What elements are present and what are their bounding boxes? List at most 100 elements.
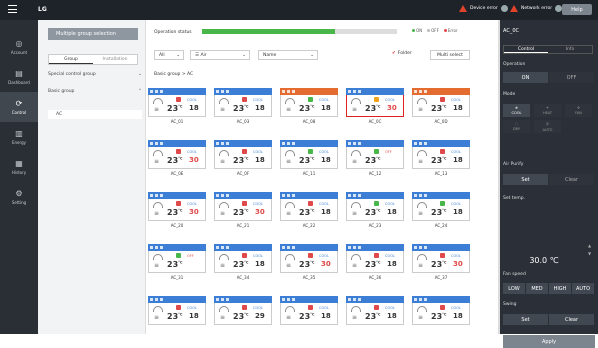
current-temp: 23°C	[365, 156, 381, 165]
temp-stepper[interactable]: ▲ ▼	[588, 242, 591, 258]
nav-item-dashboard[interactable]: ▤ Dashboard	[0, 62, 38, 92]
current-temp: 23°C	[167, 156, 183, 165]
set-temp: 18	[321, 312, 331, 320]
card-header	[148, 140, 206, 147]
mode-dry-button[interactable]: ◌ DRY	[503, 120, 530, 133]
chevron-down-icon[interactable]: ▼	[588, 250, 591, 258]
fan-high-button[interactable]: HIGH	[549, 283, 571, 294]
tab-group[interactable]: Group	[49, 55, 93, 64]
device-card[interactable]: ≡ 23°C COOL 18 AC_01	[148, 88, 206, 126]
card-header	[412, 192, 470, 199]
nav-item-history[interactable]: ▦ History	[0, 152, 38, 182]
chevron-up-icon[interactable]: ▲	[588, 242, 591, 250]
tab-control[interactable]: Control	[504, 46, 548, 53]
device-card[interactable]: ≡ 23°C COOL 18 AC_22	[280, 192, 338, 230]
all-select[interactable]: All ⌄	[154, 50, 184, 60]
device-card[interactable]: ≡ 23°C COOL 18 AC_23	[346, 192, 404, 230]
card-name: AC_23	[368, 223, 382, 228]
operation-status: Operation status ON OFF Error	[154, 27, 499, 37]
device-card[interactable]: ≡ 23°C COOL 18 AC_11	[280, 140, 338, 178]
device-card[interactable]: ≡ 23°C COOL 30 AC_37	[412, 244, 470, 282]
help-button[interactable]: Help	[562, 4, 592, 15]
fan-icon	[351, 150, 361, 156]
airflow-icon: ≡	[352, 106, 358, 113]
nav-item-setting[interactable]: ⚙ Setting	[0, 182, 38, 212]
airflow-icon: ≡	[220, 210, 226, 217]
purify-set-button[interactable]: Set	[503, 174, 548, 185]
mode-badge: COOL	[187, 202, 197, 206]
airflow-icon: ≡	[286, 262, 292, 269]
power-icon	[440, 201, 445, 206]
device-card[interactable]: ≡ 23°C COOL 18 AC_36	[346, 244, 404, 282]
device-card[interactable]: ≡ 23°C COOL 18 AC_0D	[412, 88, 470, 126]
device-card[interactable]: ≡ 23°C COOL 29	[214, 296, 272, 334]
tree-item-basic[interactable]: Basic group ⌃	[48, 87, 142, 96]
device-card[interactable]: ≡ 23°C COOL 18	[346, 296, 404, 334]
device-card[interactable]: ≡ 23°C COOL 18 AC_08	[280, 88, 338, 126]
heat-icon: ☀	[545, 106, 550, 110]
set-temp: 30	[255, 208, 265, 216]
nav-item-energy[interactable]: ▥ Energy	[0, 122, 38, 152]
fan-med-button[interactable]: MED	[526, 283, 548, 294]
apply-button[interactable]: Apply	[503, 335, 595, 348]
mode-badge: COOL	[451, 98, 461, 102]
power-icon	[308, 253, 313, 258]
device-card[interactable]: ≡ 23°C COOL 30 AC_21	[214, 192, 272, 230]
mode-auto-button[interactable]: Ⓐ AUTO	[534, 120, 561, 133]
network-error-alarm[interactable]: Network error	[510, 5, 563, 12]
device-card[interactable]: ≡ 23°C COOL 18 AC_0F	[214, 140, 272, 178]
device-card[interactable]: ≡ 23°C COOL 18 AC_34	[214, 244, 272, 282]
device-card[interactable]: ≡ 23°C OFF AC_12	[346, 140, 404, 178]
card-body: ≡ 23°C COOL 18	[214, 147, 272, 169]
name-select[interactable]: Name ⌄	[258, 50, 318, 60]
nav-item-control[interactable]: ⟳ Control	[0, 92, 38, 122]
nav-item-account[interactable]: ◎ Account	[0, 32, 38, 62]
device-card[interactable]: ≡ 23°C COOL 30 AC_35	[280, 244, 338, 282]
mode-badge: COOL	[319, 306, 329, 310]
card-header	[280, 192, 338, 199]
fan-icon	[351, 202, 361, 208]
swing-set-button[interactable]: Set	[503, 314, 548, 325]
tree-item-ac[interactable]: AC	[48, 110, 142, 119]
device-card[interactable]: ≡ 23°C COOL 30 AC_20	[148, 192, 206, 230]
mode-badge: COOL	[319, 254, 329, 258]
fan-icon	[285, 98, 295, 104]
device-card[interactable]: ≡ 23°C COOL 30 AC_0C	[346, 88, 404, 126]
device-card[interactable]: ≡ 23°C COOL 18 AC_13	[412, 140, 470, 178]
folder-checkbox[interactable]: ✔ Folder	[392, 51, 412, 56]
current-temp: 23°C	[365, 312, 381, 321]
mode-heat-button[interactable]: ☀ HEAT	[534, 104, 561, 117]
mode-fan-button[interactable]: ✣ FAN	[565, 104, 592, 117]
fan-low-button[interactable]: LOW	[503, 283, 525, 294]
tab-installation[interactable]: Installation	[93, 55, 137, 64]
purify-clear-button[interactable]: Clear	[549, 174, 594, 185]
device-error-count	[500, 5, 508, 12]
set-temp: 18	[453, 312, 463, 320]
device-card[interactable]: ≡ 23°C COOL 18 AC_03	[214, 88, 272, 126]
card-header	[346, 296, 404, 303]
mode-cool-button[interactable]: ❄ COOL	[503, 104, 530, 117]
current-temp: 23°C	[365, 104, 381, 113]
tree-item-special[interactable]: Special control group ⌄	[48, 70, 142, 79]
type-select[interactable]: ☰ Air ⌄	[190, 50, 250, 60]
device-card[interactable]: ≡ 23°C COOL 18	[148, 296, 206, 334]
fan-auto-button[interactable]: AUTO	[572, 283, 594, 294]
power-icon	[242, 97, 247, 102]
swing-clear-button[interactable]: Clear	[549, 314, 594, 325]
device-card[interactable]: ≡ 23°C COOL 18 AC_24	[412, 192, 470, 230]
device-error-alarm[interactable]: Device error	[459, 5, 508, 12]
mode-badge: COOL	[253, 98, 263, 102]
chevron-down-icon: ⌄	[310, 52, 314, 58]
set-temp: 18	[387, 260, 397, 268]
on-button[interactable]: ON	[503, 72, 548, 83]
tab-info[interactable]: Info	[548, 46, 592, 53]
device-card[interactable]: ≡ 23°C COOL 18	[280, 296, 338, 334]
device-card[interactable]: ≡ 23°C OFF AC_31	[148, 244, 206, 282]
off-button[interactable]: OFF	[549, 72, 594, 83]
card-header	[280, 296, 338, 303]
device-card[interactable]: ≡ 23°C COOL 30 AC_0E	[148, 140, 206, 178]
multiple-group-selection-button[interactable]: Multiple group selection	[48, 28, 138, 40]
multi-select-button[interactable]: Multi select	[430, 50, 470, 60]
device-card[interactable]: ≡ 23°C COOL 18	[412, 296, 470, 334]
menu-icon[interactable]	[8, 5, 17, 13]
